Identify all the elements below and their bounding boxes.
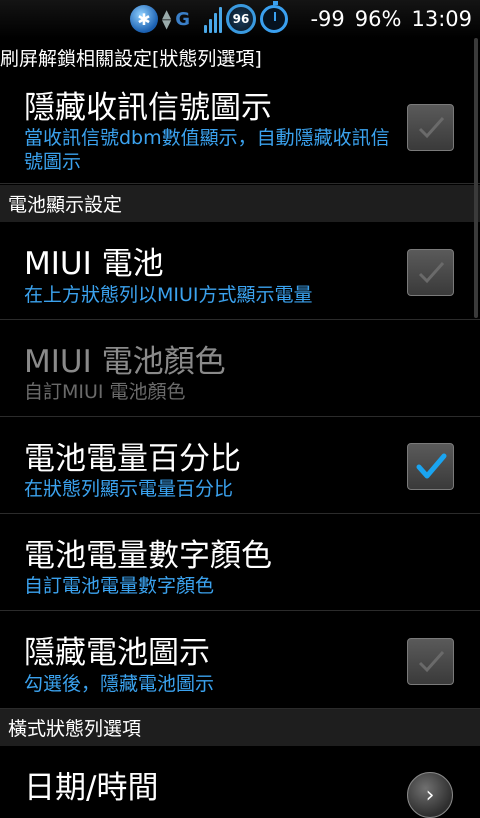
- hide-signal-checkbox[interactable]: [407, 104, 454, 151]
- chevron-right-icon[interactable]: ›: [407, 772, 453, 818]
- status-icons-left: ✱ ▲ ▼ G 96: [130, 1, 289, 35]
- item-summary: 自訂電池電量數字顏色: [24, 575, 215, 597]
- list-item-battery-percentage[interactable]: 電池電量百分比 在狀態列顯示電量百分比: [0, 417, 480, 514]
- notification-count-icon: 96: [226, 4, 257, 34]
- item-title: MIUI 電池顏色: [24, 344, 226, 380]
- miui-battery-checkbox[interactable]: [407, 249, 454, 296]
- battery-percent-text: 96%: [354, 7, 402, 31]
- hide-battery-icon-checkbox[interactable]: [407, 638, 454, 685]
- network-type-label: G: [175, 8, 191, 30]
- list-item-hide-battery-icon[interactable]: 隱藏電池圖示 勾選後，隱藏電池圖示: [0, 611, 480, 709]
- item-title: 電池電量百分比: [24, 441, 241, 477]
- item-title: 隱藏收訊信號圖示: [24, 90, 272, 126]
- item-title: 日期/時間: [24, 770, 159, 806]
- item-title: 隱藏電池圖示: [24, 635, 210, 671]
- status-bar: ✱ ▲ ▼ G 96 -99 96% 13:09: [0, 0, 480, 38]
- checkmark-icon: [418, 117, 445, 139]
- item-title: MIUI 電池: [24, 246, 164, 282]
- alarm-icon: [260, 1, 289, 33]
- signal-bars-icon: [204, 5, 223, 33]
- item-summary: 勾選後，隱藏電池圖示: [24, 673, 215, 695]
- item-summary: 當收訊信號dbm數值顯示，自動隱藏收訊信號圖示: [24, 127, 390, 173]
- section-header-battery: 電池顯示設定: [0, 185, 480, 222]
- bluetooth-icon: ✱: [130, 5, 158, 33]
- checkmark-icon: [418, 262, 445, 284]
- item-summary: 自訂MIUI 電池顏色: [24, 381, 186, 403]
- list-item-hide-signal-icon[interactable]: 隱藏收訊信號圖示 當收訊信號dbm數值顯示，自動隱藏收訊信號圖示: [0, 76, 480, 184]
- item-title: 電池電量數字顏色: [24, 538, 272, 574]
- section-header-landscape: 橫式狀態列選項: [0, 709, 480, 746]
- data-activity-icon: ▲ ▼: [162, 7, 172, 31]
- clock-text: 13:09: [411, 7, 472, 31]
- signal-dbm-text: -99: [310, 7, 345, 31]
- item-summary: 在狀態列顯示電量百分比: [24, 478, 234, 500]
- item-summary: 在上方狀態列以MIUI方式顯示電量: [24, 284, 313, 306]
- list-item-miui-battery-color: MIUI 電池顏色 自訂MIUI 電池顏色: [0, 320, 480, 417]
- status-texts: -99 96% 13:09: [310, 0, 472, 38]
- scrollbar[interactable]: [474, 38, 478, 318]
- page-title: 刷屏解鎖相關設定[狀態列選項]: [0, 38, 480, 76]
- list-item-miui-battery[interactable]: MIUI 電池 在上方狀態列以MIUI方式顯示電量: [0, 222, 480, 320]
- list-item-date-time[interactable]: 日期/時間 ›: [0, 746, 480, 818]
- checkmark-icon: [416, 453, 447, 479]
- battery-percentage-checkbox[interactable]: [407, 443, 454, 490]
- list-item-battery-number-color[interactable]: 電池電量數字顏色 自訂電池電量數字顏色: [0, 514, 480, 611]
- checkmark-icon: [418, 651, 445, 673]
